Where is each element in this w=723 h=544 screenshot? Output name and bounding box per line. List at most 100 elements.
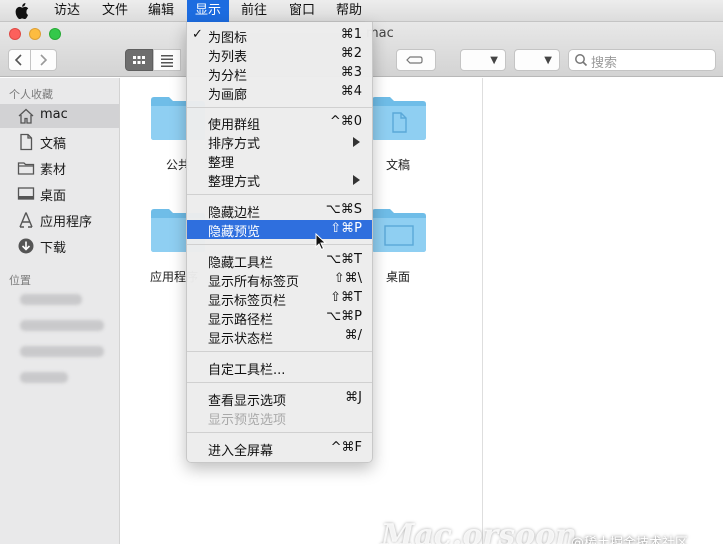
menu-item-label: 整理方式 — [208, 175, 261, 190]
menu-item-label: 为画廊 — [208, 88, 248, 103]
menu-item-show-path-bar[interactable]: 显示路径栏 ⌥⌘P — [187, 308, 372, 328]
menu-item-show-all-tabs[interactable]: 显示所有标签页 ⇧⌘\ — [187, 270, 372, 290]
chevron-down-icon: ▼ — [544, 55, 552, 66]
menu-help[interactable]: 帮助 — [328, 0, 370, 22]
menu-item-as-columns[interactable]: 为分栏 ⌘3 — [187, 64, 372, 84]
sidebar-item-label: 桌面 — [40, 189, 67, 204]
menu-item-shortcut: ⌘J — [345, 390, 362, 405]
search-icon — [575, 54, 588, 67]
locations-header: 位置 — [9, 274, 31, 287]
menu-item-as-gallery[interactable]: 为画廊 ⌘4 — [187, 83, 372, 103]
menu-item-label: 排序方式 — [208, 137, 261, 152]
sidebar-item-materials[interactable]: 素材 — [0, 156, 119, 180]
menu-item-label: 隐藏预览 — [208, 225, 261, 240]
folder-icon[interactable] — [370, 94, 428, 142]
menu-item-shortcut: ⌘1 — [340, 27, 362, 42]
sidebar-item-mac[interactable]: mac — [0, 104, 119, 128]
menu-item-hide-preview[interactable]: 隐藏预览 ⇧⌘P — [187, 220, 372, 240]
menu-item-shortcut: ⌥⌘T — [326, 252, 362, 267]
apple-icon[interactable] — [15, 3, 29, 19]
menu-item-label: 隐藏工具栏 — [208, 256, 274, 271]
menu-finder[interactable]: 访达 — [46, 0, 88, 22]
maximize-button[interactable] — [49, 28, 61, 40]
menu-item-show-status-bar[interactable]: 显示状态栏 ⌘/ — [187, 327, 372, 347]
menu-item-label: 整理 — [208, 156, 235, 171]
menu-item-show-preview-options: 显示预览选项 — [187, 408, 372, 428]
menu-item-label: 使用群组 — [208, 118, 261, 133]
sidebar-item-label: mac — [40, 107, 68, 122]
menu-view[interactable]: 显示 — [187, 0, 230, 22]
watermark: Mac.orsoon — [381, 518, 577, 544]
menu-item-label: 为分栏 — [208, 69, 248, 84]
sidebar-item-label: 素材 — [40, 163, 67, 178]
menu-item-sort-by[interactable]: 排序方式 — [187, 132, 372, 152]
forward-button[interactable] — [31, 49, 57, 71]
credit-text: @稀土掘金技术社区 — [571, 536, 689, 544]
menu-item-shortcut: ⌘3 — [340, 65, 362, 80]
menu-edit[interactable]: 编辑 — [140, 0, 182, 22]
sidebar-item-desktop[interactable]: 桌面 — [0, 182, 119, 206]
menu-item-enter-full-screen[interactable]: 进入全屏幕 ^⌘F — [187, 439, 372, 459]
menu-item-shortcut: ^⌘F — [330, 440, 362, 455]
menu-item-clean-up-by[interactable]: 整理方式 — [187, 170, 372, 190]
folder-icon[interactable] — [370, 206, 428, 254]
view-as-list-button[interactable] — [153, 49, 181, 71]
checkmark-icon: ✓ — [192, 27, 203, 42]
tag-button[interactable] — [396, 49, 436, 71]
menu-item-clean-up[interactable]: 整理 — [187, 151, 372, 171]
menu-item-shortcut: ⌥⌘S — [325, 202, 362, 217]
view-as-icons-button[interactable] — [125, 49, 153, 71]
menu-separator — [187, 382, 372, 383]
menu-separator — [187, 351, 372, 352]
menu-separator — [187, 432, 372, 433]
document-icon — [20, 133, 33, 151]
menu-item-customize-toolbar[interactable]: 自定工具栏... — [187, 358, 372, 378]
location-item[interactable] — [20, 346, 104, 357]
group-popup[interactable]: ▼ — [460, 49, 506, 71]
location-item[interactable] — [20, 294, 82, 305]
menu-file[interactable]: 文件 — [94, 0, 136, 22]
action-popup[interactable]: ▼ — [514, 49, 560, 71]
menu-item-hide-toolbar[interactable]: 隐藏工具栏 ⌥⌘T — [187, 251, 372, 271]
menu-item-as-icons[interactable]: ✓ 为图标 ⌘1 — [187, 26, 372, 46]
menu-item-show-tab-bar[interactable]: 显示标签页栏 ⇧⌘T — [187, 289, 372, 309]
menu-item-shortcut: ⇧⌘T — [330, 290, 362, 305]
home-icon — [18, 108, 34, 124]
sidebar: 个人收藏 mac 文稿 素材 桌面 应用程序 下载 位置 — [0, 78, 120, 544]
menu-go[interactable]: 前往 — [233, 0, 275, 22]
menu-window[interactable]: 窗口 — [281, 0, 323, 22]
grid-icon — [133, 56, 145, 64]
menu-item-use-groups[interactable]: 使用群组 ^⌘0 — [187, 113, 372, 133]
sidebar-item-downloads[interactable]: 下载 — [0, 234, 119, 258]
sidebar-item-documents[interactable]: 文稿 — [0, 130, 119, 154]
close-button[interactable] — [9, 28, 21, 40]
sidebar-item-applications[interactable]: 应用程序 — [0, 208, 119, 232]
menu-item-label: 隐藏边栏 — [208, 206, 261, 221]
chevron-left-icon — [14, 54, 22, 66]
sidebar-item-label: 文稿 — [40, 137, 67, 152]
chevron-right-icon — [40, 54, 48, 66]
menu-separator — [187, 244, 372, 245]
tag-icon — [406, 56, 423, 64]
chevron-down-icon: ▼ — [490, 55, 498, 66]
submenu-arrow-icon — [353, 175, 360, 185]
location-item[interactable] — [20, 320, 104, 331]
menu-item-shortcut: ^⌘0 — [329, 114, 362, 129]
menu-item-shortcut: ⇧⌘\ — [333, 271, 362, 286]
sidebar-item-label: 下载 — [40, 241, 67, 256]
menu-separator — [187, 107, 372, 108]
folder-icon — [17, 162, 35, 175]
menu-item-show-view-options[interactable]: 查看显示选项 ⌘J — [187, 389, 372, 409]
search-field[interactable]: 搜索 — [568, 49, 716, 71]
menu-separator — [187, 194, 372, 195]
menu-item-label: 进入全屏幕 — [208, 444, 274, 459]
sidebar-item-label: 应用程序 — [40, 215, 93, 230]
location-item[interactable] — [20, 372, 68, 383]
menu-item-hide-sidebar[interactable]: 隐藏边栏 ⌥⌘S — [187, 201, 372, 221]
menu-item-label: 查看显示选项 — [208, 394, 287, 409]
submenu-arrow-icon — [353, 137, 360, 147]
menu-bar: 访达 文件 编辑 显示 前往 窗口 帮助 — [0, 0, 723, 22]
menu-item-as-list[interactable]: 为列表 ⌘2 — [187, 45, 372, 65]
minimize-button[interactable] — [29, 28, 41, 40]
back-button[interactable] — [8, 49, 31, 71]
